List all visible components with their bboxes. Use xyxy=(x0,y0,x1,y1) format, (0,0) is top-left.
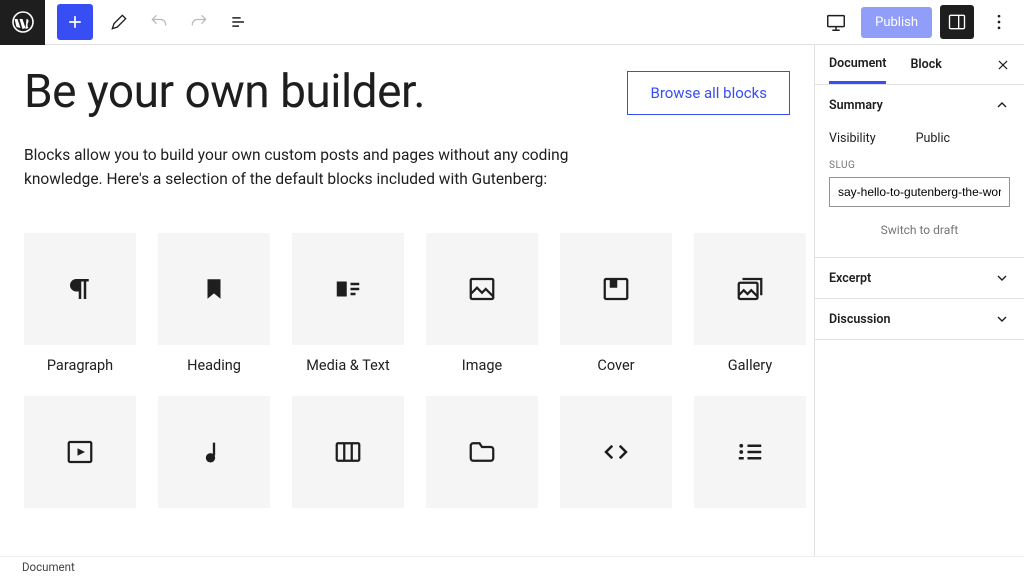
switch-to-draft-button[interactable]: Switch to draft xyxy=(829,207,1010,243)
block-label: Image xyxy=(426,357,538,374)
page-description[interactable]: Blocks allow you to build your own custo… xyxy=(24,143,584,191)
browse-blocks-button[interactable]: Browse all blocks xyxy=(627,71,790,115)
audio-icon xyxy=(200,438,228,466)
block-file[interactable] xyxy=(426,396,538,520)
slug-label: SLUG xyxy=(829,160,1010,171)
block-code[interactable] xyxy=(560,396,672,520)
folder-icon xyxy=(467,437,497,467)
block-label: Gallery xyxy=(694,357,806,374)
more-options-button[interactable] xyxy=(982,5,1016,39)
slug-input[interactable] xyxy=(829,177,1010,207)
panel-excerpt: Excerpt xyxy=(815,258,1024,299)
block-label: Paragraph xyxy=(24,357,136,374)
gallery-icon xyxy=(735,274,765,304)
list-icon xyxy=(229,12,249,32)
panel-discussion: Discussion xyxy=(815,299,1024,340)
panel-discussion-toggle[interactable]: Discussion xyxy=(815,299,1024,339)
sidebar-tabs: Document Block xyxy=(815,45,1024,85)
wordpress-icon xyxy=(11,10,35,34)
panel-summary-toggle[interactable]: Summary xyxy=(815,85,1024,125)
page-title[interactable]: Be your own builder. xyxy=(24,65,425,119)
panel-title: Excerpt xyxy=(829,271,871,286)
block-label: Media & Text xyxy=(292,357,404,374)
sidebar-icon xyxy=(947,12,967,32)
block-grid: Paragraph Heading Media & Text Image Cov… xyxy=(24,233,790,520)
block-media-text[interactable]: Media & Text xyxy=(292,233,404,374)
breadcrumb-item: Document xyxy=(22,560,75,574)
edit-mode-button[interactable] xyxy=(101,4,137,40)
chevron-up-icon xyxy=(994,97,1010,113)
block-label: Heading xyxy=(158,357,270,374)
block-columns[interactable] xyxy=(292,396,404,520)
close-sidebar-button[interactable] xyxy=(996,58,1010,72)
code-icon xyxy=(601,437,631,467)
settings-sidebar: Document Block Summary Visibility Public… xyxy=(814,45,1024,556)
block-heading[interactable]: Heading xyxy=(158,233,270,374)
footer-breadcrumb[interactable]: Document xyxy=(0,556,1024,576)
close-icon xyxy=(996,58,1010,72)
publish-button[interactable]: Publish xyxy=(861,7,932,38)
dots-vertical-icon xyxy=(989,12,1009,32)
visibility-label: Visibility xyxy=(829,131,876,146)
block-audio[interactable] xyxy=(158,396,270,520)
panel-summary: Summary Visibility Public SLUG Switch to… xyxy=(815,85,1024,258)
block-image[interactable]: Image xyxy=(426,233,538,374)
undo-button[interactable] xyxy=(141,4,177,40)
chevron-down-icon xyxy=(994,270,1010,286)
sidebar-toggle-button[interactable] xyxy=(940,5,974,39)
visibility-value[interactable]: Public xyxy=(916,131,950,146)
editor-canvas: Be your own builder. Browse all blocks B… xyxy=(0,45,814,556)
top-toolbar: Publish xyxy=(0,0,1024,45)
list-block-icon xyxy=(735,437,765,467)
tab-block[interactable]: Block xyxy=(910,45,941,84)
bookmark-icon xyxy=(201,276,227,302)
block-paragraph[interactable]: Paragraph xyxy=(24,233,136,374)
tab-document[interactable]: Document xyxy=(829,45,886,84)
media-text-icon xyxy=(333,274,363,304)
panel-title: Summary xyxy=(829,98,883,113)
redo-button[interactable] xyxy=(181,4,217,40)
panel-excerpt-toggle[interactable]: Excerpt xyxy=(815,258,1024,298)
desktop-icon xyxy=(825,11,847,33)
columns-icon xyxy=(333,437,363,467)
panel-title: Discussion xyxy=(829,312,890,327)
block-label: Cover xyxy=(560,357,672,374)
add-block-button[interactable] xyxy=(57,4,93,40)
plus-icon xyxy=(65,12,85,32)
block-video[interactable] xyxy=(24,396,136,520)
document-overview-button[interactable] xyxy=(221,4,257,40)
main-area: Be your own builder. Browse all blocks B… xyxy=(0,45,1024,556)
block-gallery[interactable]: Gallery xyxy=(694,233,806,374)
toolbar-right: Publish xyxy=(819,5,1024,39)
wordpress-logo[interactable] xyxy=(0,0,45,45)
undo-icon xyxy=(149,12,169,32)
cover-icon xyxy=(601,274,631,304)
block-cover[interactable]: Cover xyxy=(560,233,672,374)
paragraph-icon xyxy=(65,274,95,304)
toolbar-left xyxy=(0,0,259,45)
image-icon xyxy=(467,274,497,304)
preview-button[interactable] xyxy=(819,5,853,39)
chevron-down-icon xyxy=(994,311,1010,327)
video-icon xyxy=(65,437,95,467)
pencil-icon xyxy=(109,12,129,32)
block-list[interactable] xyxy=(694,396,806,520)
redo-icon xyxy=(189,12,209,32)
